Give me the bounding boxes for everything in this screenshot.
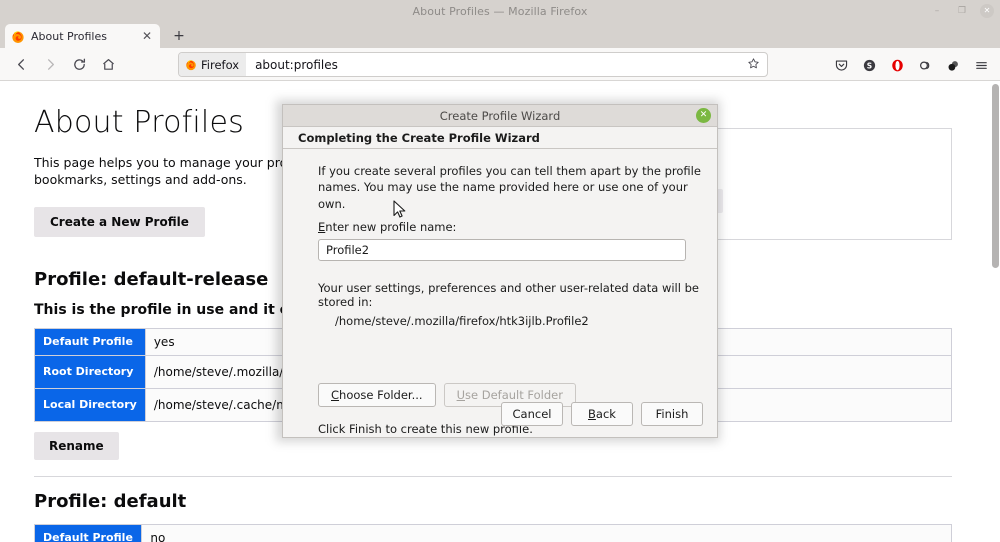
- minimize-button[interactable]: –: [930, 4, 944, 18]
- dialog-title: Create Profile Wizard: [439, 108, 561, 123]
- create-new-profile-button[interactable]: Create a New Profile: [34, 206, 205, 237]
- window-controls: – ❐ ✕: [930, 0, 994, 22]
- choose-folder-button[interactable]: Choose Folder...: [318, 383, 436, 407]
- dialog-description: If you create several profiles you can t…: [318, 164, 701, 211]
- profile-name-label-rest: nter new profile name:: [325, 219, 457, 234]
- tab-strip: About Profiles ✕ +: [0, 22, 1000, 48]
- firefox-brand-icon: [185, 59, 197, 71]
- window-title: About Profiles — Mozilla Firefox: [412, 4, 588, 18]
- create-profile-wizard-dialog: Create Profile Wizard ✕ Completing the C…: [282, 104, 718, 438]
- rename-profile-button[interactable]: Rename: [34, 431, 119, 460]
- dialog-footer: Cancel Back Finish: [501, 402, 703, 426]
- close-window-button[interactable]: ✕: [980, 4, 994, 18]
- url-input[interactable]: about:profiles: [246, 58, 747, 72]
- reload-icon[interactable]: [66, 51, 92, 77]
- storage-location-label: Your user settings, preferences and othe…: [318, 280, 699, 309]
- row-key: Local Directory: [34, 387, 146, 422]
- url-bar[interactable]: Firefox about:profiles: [178, 52, 768, 77]
- tab-about-profiles[interactable]: About Profiles ✕: [5, 24, 160, 48]
- extension-icon[interactable]: [940, 52, 966, 78]
- cancel-button[interactable]: Cancel: [501, 402, 563, 426]
- tab-close-icon[interactable]: ✕: [140, 30, 154, 42]
- profile-name-input[interactable]: [318, 238, 686, 261]
- scrollbar-thumb[interactable]: [992, 84, 999, 268]
- nav-button-group: [0, 51, 121, 77]
- browser-window: About Profiles — Mozilla Firefox – ❐ ✕ A…: [0, 0, 1000, 542]
- profile-name-label: Enter new profile name:: [318, 220, 701, 234]
- pocket-save-icon[interactable]: [828, 52, 854, 78]
- table-row: Default Profile no: [33, 523, 952, 542]
- profile-table-default: Default Profile no Root Directory /home/…: [33, 523, 952, 542]
- back-button-accesskey: B: [588, 407, 596, 421]
- tab-title: About Profiles: [31, 29, 107, 43]
- back-icon[interactable]: [8, 51, 34, 77]
- maximize-button[interactable]: ❐: [955, 4, 969, 18]
- storage-path-text: /home/steve/.mozilla/firefox/htk3ijlb.Pr…: [335, 313, 589, 328]
- hamburger-menu-icon[interactable]: [968, 52, 994, 78]
- use-default-folder-rest: se Default Folder: [465, 388, 563, 402]
- use-default-folder-accesskey: U: [456, 388, 465, 402]
- dialog-titlebar: Create Profile Wizard ✕: [283, 105, 717, 127]
- forward-icon[interactable]: [37, 51, 63, 77]
- vertical-scrollbar[interactable]: [991, 82, 1000, 542]
- section-divider: [34, 475, 952, 477]
- profile-heading-default: Profile: default: [34, 490, 187, 512]
- opera-extension-icon[interactable]: [884, 52, 910, 78]
- dialog-body: If you create several profiles you can t…: [283, 149, 717, 437]
- firefox-favicon-icon: [11, 29, 25, 43]
- container-tabs-icon[interactable]: [912, 52, 938, 78]
- finish-button[interactable]: Finish: [641, 402, 703, 426]
- row-key: Root Directory: [34, 354, 146, 389]
- back-button[interactable]: Back: [571, 402, 633, 426]
- row-key: Default Profile: [34, 327, 146, 356]
- url-chip-label: Firefox: [201, 57, 240, 72]
- choose-folder-rest: hoose Folder...: [339, 388, 423, 402]
- row-key: Default Profile: [33, 523, 143, 542]
- new-tab-button[interactable]: +: [170, 27, 188, 45]
- bookmark-star-icon[interactable]: [747, 57, 767, 73]
- svg-text:S: S: [866, 61, 871, 70]
- dialog-header-label: Completing the Create Profile Wizard: [283, 127, 717, 149]
- dialog-close-icon[interactable]: ✕: [696, 108, 711, 123]
- choose-folder-accesskey: C: [331, 388, 340, 402]
- home-icon[interactable]: [95, 51, 121, 77]
- back-button-rest: ack: [595, 407, 616, 421]
- url-identity-chip[interactable]: Firefox: [179, 53, 247, 76]
- browser-toolbar-right: S: [828, 52, 994, 78]
- window-titlebar: About Profiles — Mozilla Firefox – ❐ ✕: [0, 0, 1000, 22]
- account-icon[interactable]: S: [856, 52, 882, 78]
- row-value: no: [141, 523, 952, 542]
